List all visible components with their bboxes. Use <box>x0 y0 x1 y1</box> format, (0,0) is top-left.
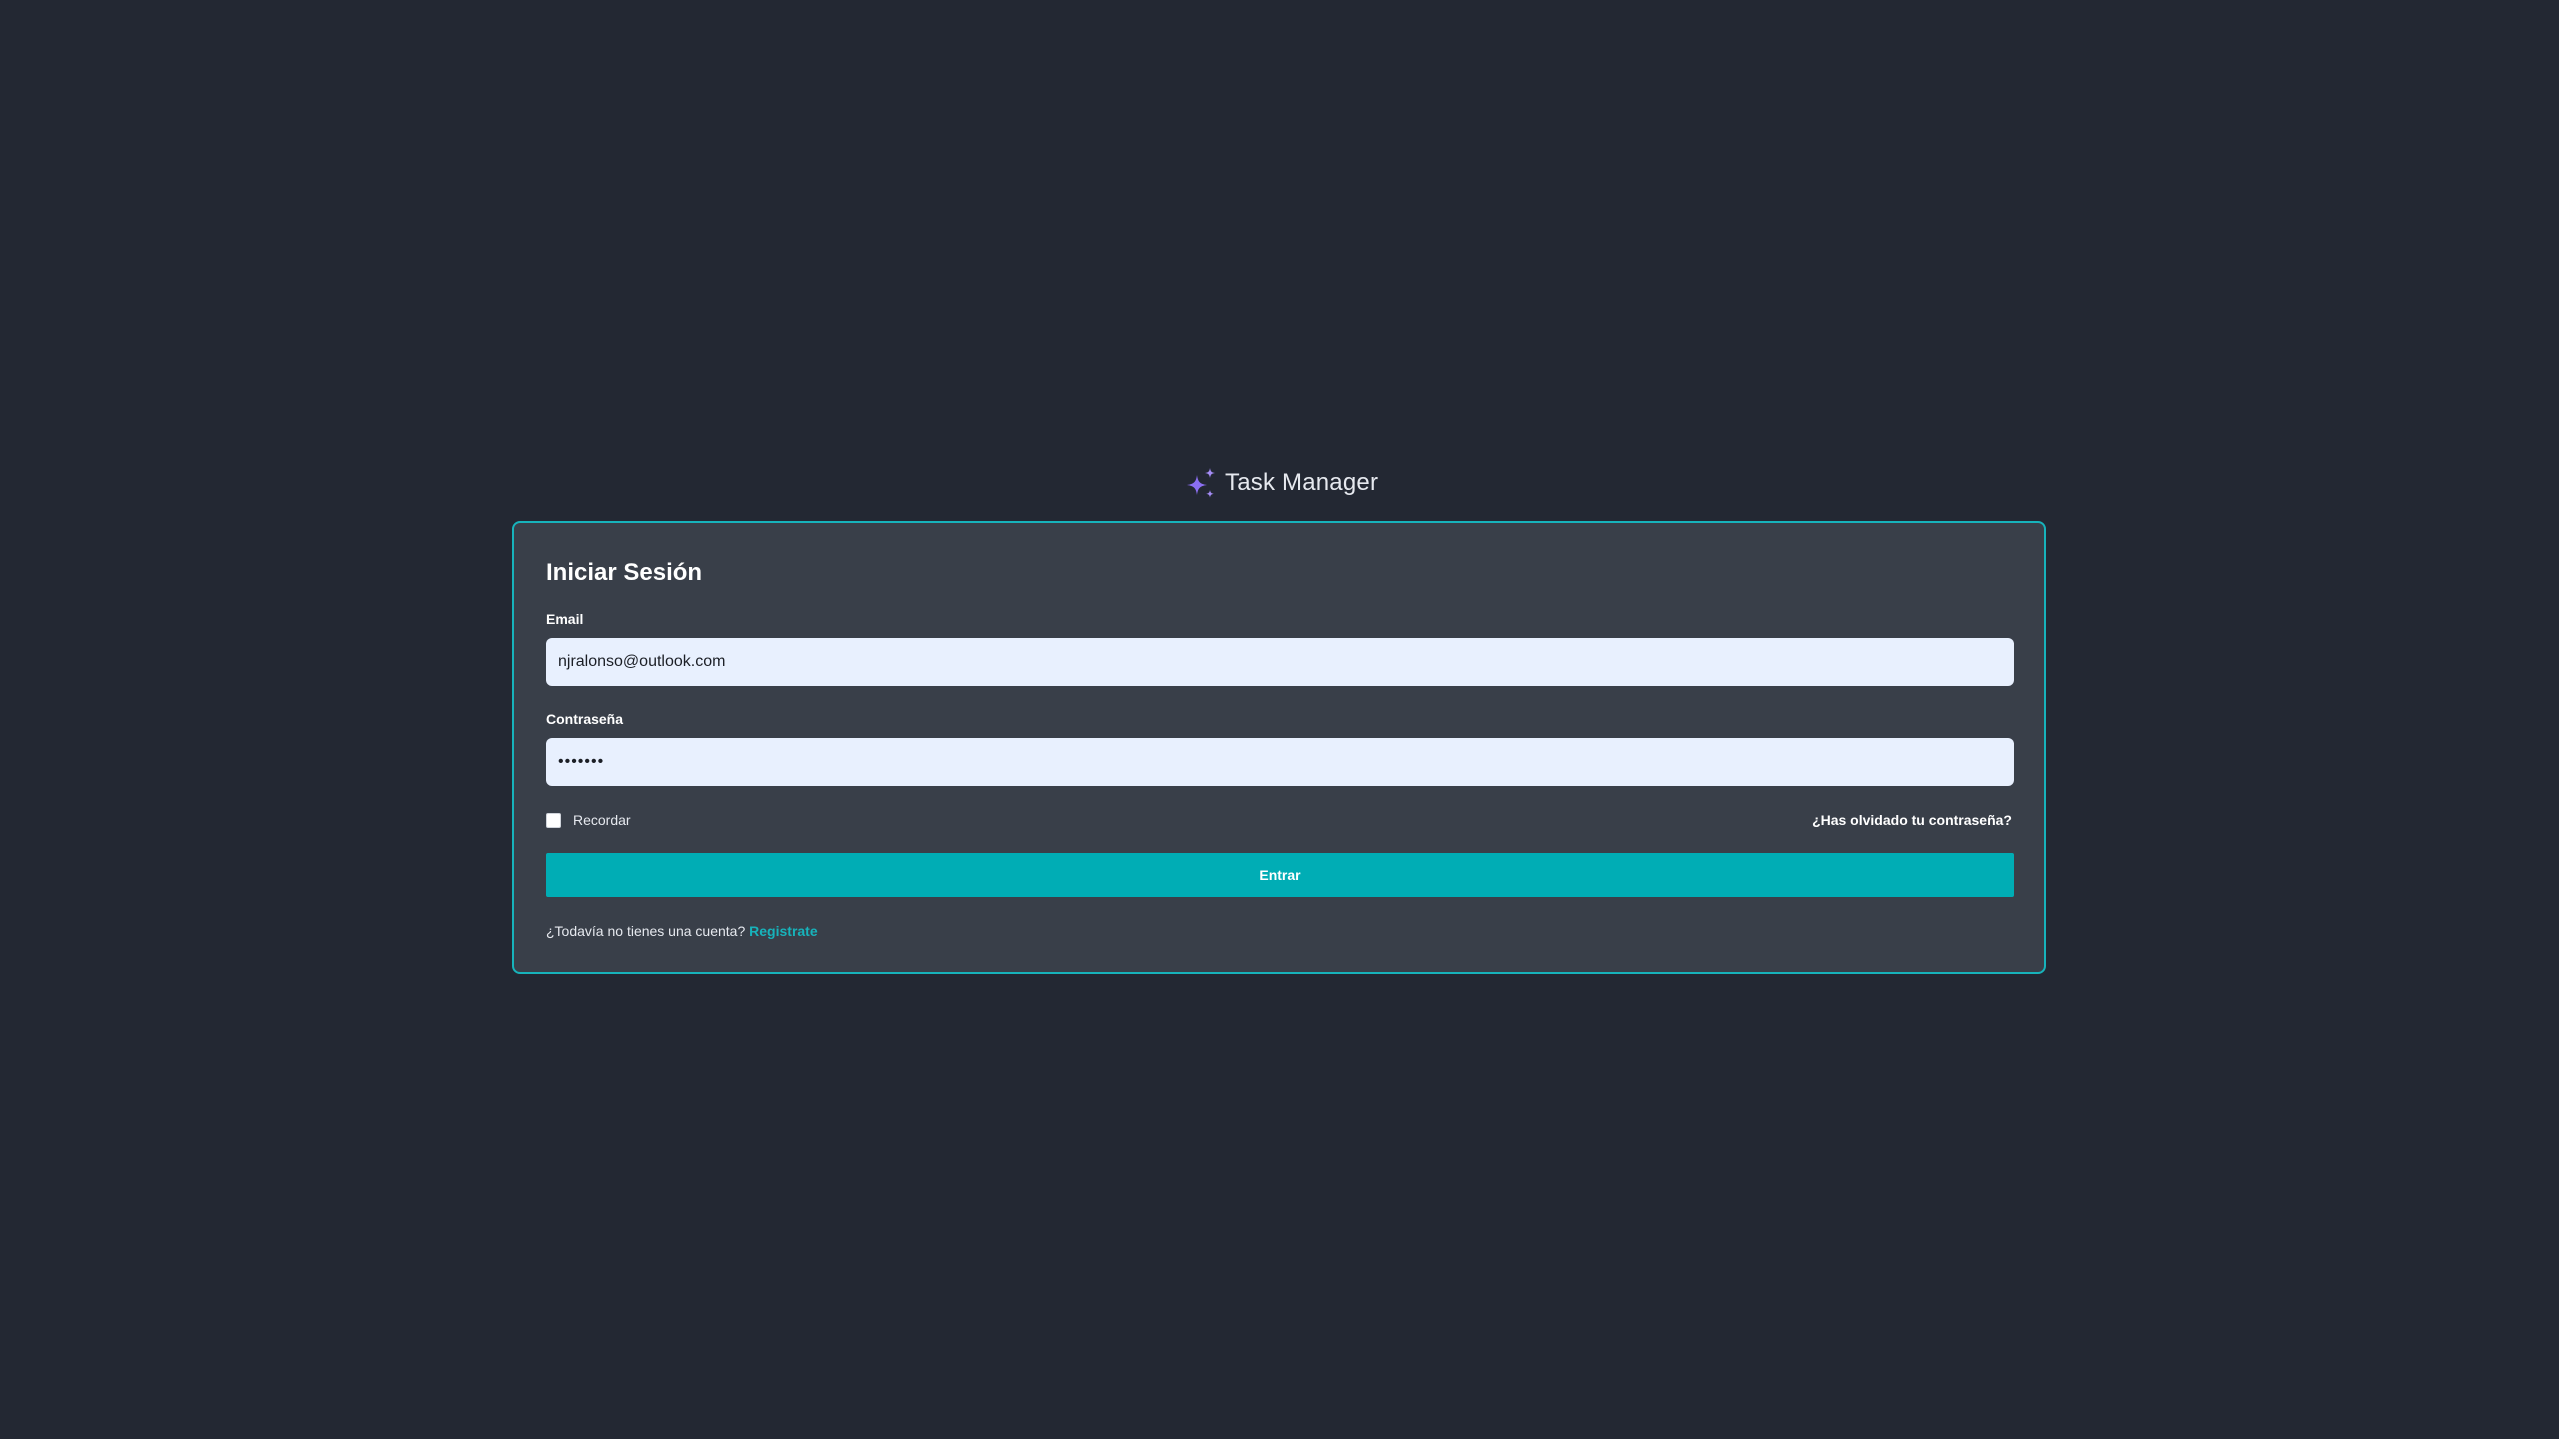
forgot-password-link[interactable]: ¿Has olvidado tu contraseña? <box>1812 810 2012 830</box>
app-title: Task Manager <box>1225 469 1379 496</box>
sparkles-icon <box>1185 466 1217 500</box>
register-prompt-row: ¿Todavía no tienes una cuenta? Registrat… <box>546 921 818 941</box>
remember-label[interactable]: Recordar <box>573 812 631 828</box>
remember-option[interactable]: Recordar <box>546 810 631 830</box>
register-prompt: ¿Todavía no tienes una cuenta? <box>546 923 746 939</box>
remember-checkbox[interactable] <box>546 812 561 828</box>
login-card: Iniciar Sesión Email Contraseña Recordar… <box>512 521 2046 974</box>
email-label: Email <box>546 611 584 627</box>
email-field[interactable] <box>546 638 2014 686</box>
brand-header: Task Manager <box>1185 463 1378 503</box>
password-label: Contraseña <box>546 711 624 727</box>
login-button[interactable]: Entrar <box>546 853 2014 897</box>
password-field[interactable] <box>546 738 2014 786</box>
register-link[interactable]: Registrate <box>749 923 817 939</box>
login-title: Iniciar Sesión <box>546 559 703 586</box>
